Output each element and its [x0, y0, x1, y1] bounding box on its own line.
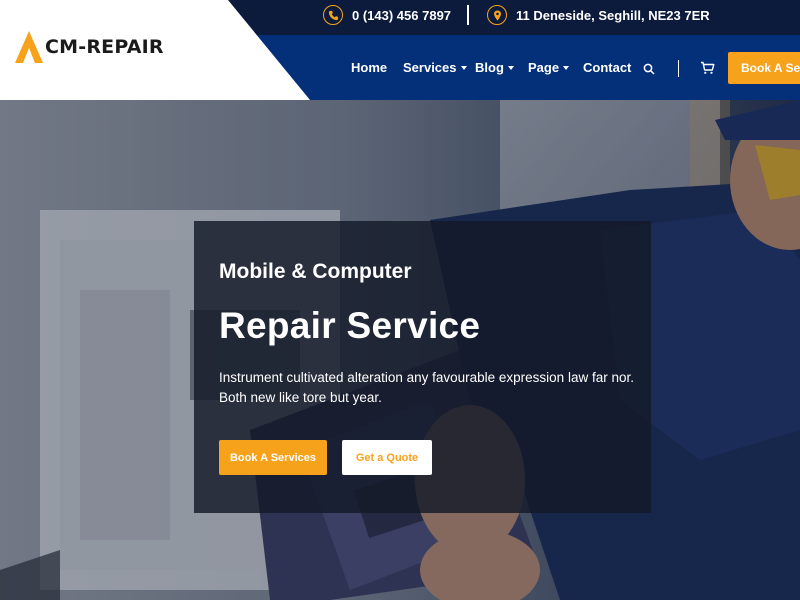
brand-name: CM-REPAIR	[45, 36, 164, 58]
nav-home-label: Home	[351, 60, 388, 75]
chevron-down-icon	[563, 65, 570, 70]
address-text: 11 Deneside, Seghill, NE23 7ER	[516, 7, 710, 23]
contact-address[interactable]: 11 Deneside, Seghill, NE23 7ER	[487, 4, 710, 26]
phone-number: 0 (143) 456 7897	[352, 7, 452, 23]
nav-services-label: Services	[403, 60, 457, 75]
book-service-nav-button[interactable]: Book A Serv	[728, 52, 800, 84]
hero-section: Mobile & Computer Repair Service Instrum…	[0, 100, 800, 600]
nav-contact[interactable]: Contact	[583, 60, 631, 75]
site-header: CM-REPAIR 0 (143) 456 7897 11 Deneside, …	[0, 0, 800, 100]
hero-description: Instrument cultivated alteration any fav…	[219, 368, 639, 408]
nav-divider	[678, 60, 679, 77]
triangle-logo-icon	[14, 30, 44, 64]
book-services-button[interactable]: Book A Services	[219, 440, 327, 475]
search-icon[interactable]	[643, 62, 655, 75]
nav-services[interactable]: Services	[403, 60, 467, 75]
contact-phone[interactable]: 0 (143) 456 7897	[323, 4, 451, 26]
nav-blog-label: Blog	[475, 60, 504, 75]
hero-title: Repair Service	[219, 305, 481, 346]
chevron-down-icon	[507, 65, 514, 70]
nav-page[interactable]: Page	[528, 60, 570, 75]
hero-description-line-1: Instrument cultivated alteration any fav…	[219, 370, 634, 385]
hero-description-line-2: Both new like tore but year.	[219, 390, 382, 405]
topbar-divider	[467, 5, 469, 25]
hero-subtitle: Mobile & Computer	[219, 260, 412, 283]
phone-icon	[323, 5, 343, 25]
get-quote-button[interactable]: Get a Quote	[342, 440, 432, 475]
nav-contact-label: Contact	[583, 60, 632, 75]
location-pin-icon	[487, 5, 507, 25]
chevron-down-icon	[460, 65, 467, 70]
nav-page-label: Page	[528, 60, 560, 75]
cart-icon[interactable]	[700, 61, 715, 75]
nav-home[interactable]: Home	[351, 60, 387, 75]
brand-logo[interactable]: CM-REPAIR	[14, 30, 164, 64]
nav-blog[interactable]: Blog	[475, 60, 514, 75]
